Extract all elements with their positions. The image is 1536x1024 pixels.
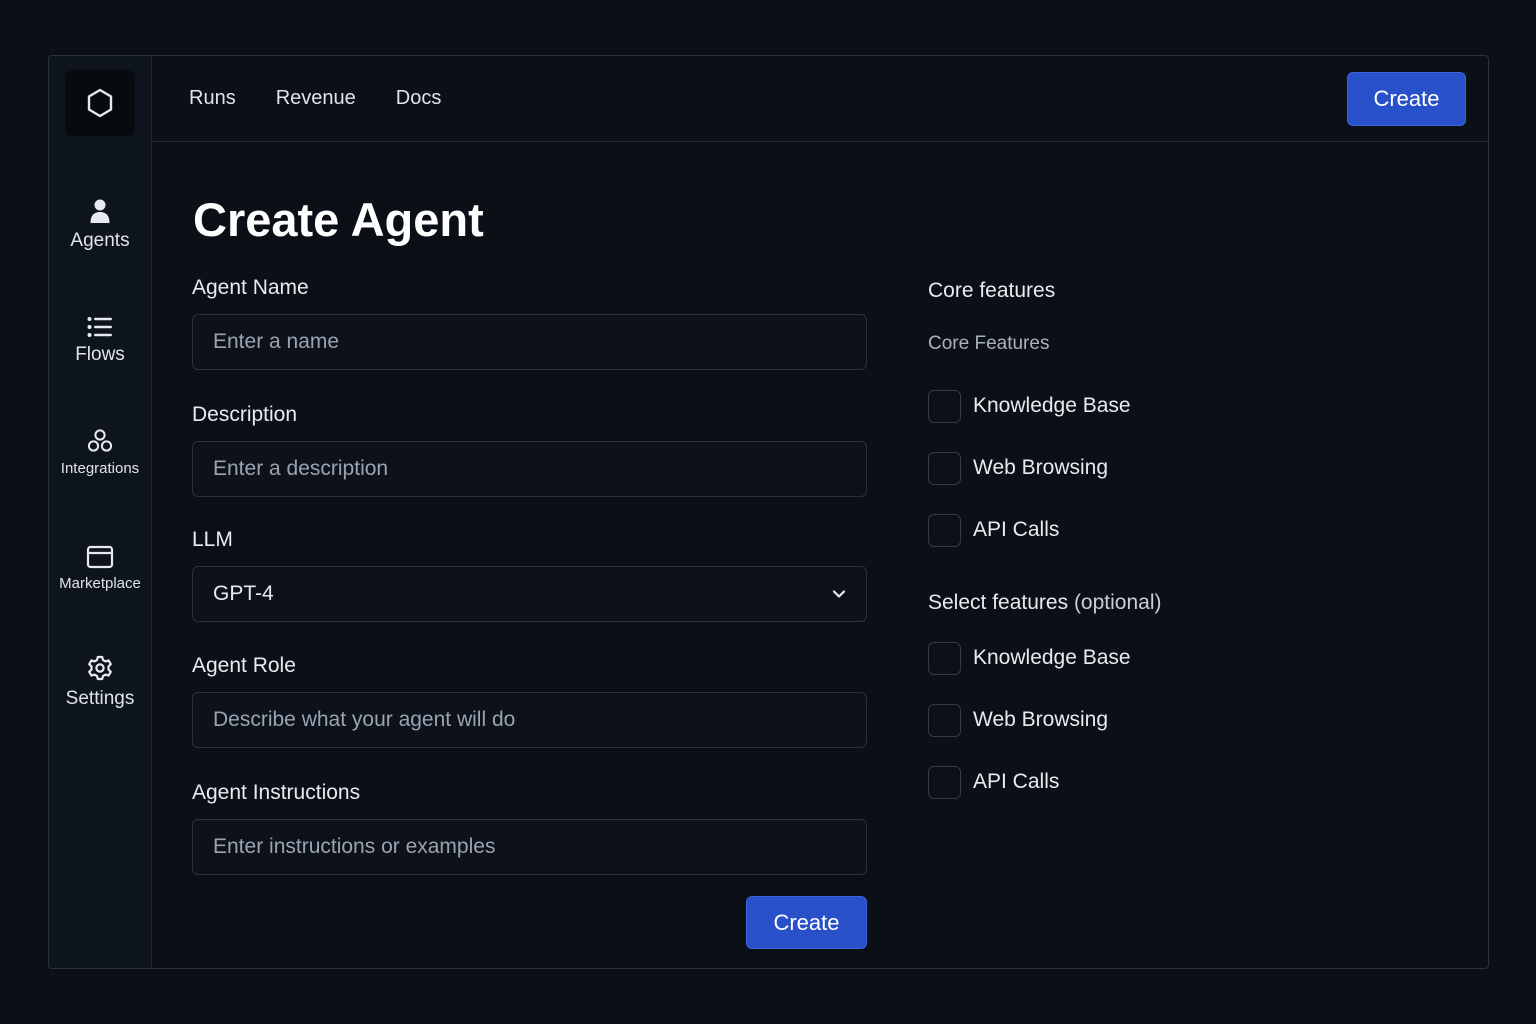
description-group: Description (192, 403, 867, 497)
features-panel: Core features Core Features Knowledge Ba… (928, 279, 1388, 813)
select-features-label: Select features (928, 591, 1069, 614)
checkbox[interactable] (928, 765, 961, 799)
form-create-button[interactable]: Create (746, 896, 867, 949)
select-feature-knowledge-base[interactable]: Knowledge Base (928, 627, 1388, 689)
top-nav-revenue[interactable]: Revenue (276, 87, 356, 110)
sidebar-item-label: Marketplace (59, 575, 141, 592)
app-window: Agents Flows Integrations Marketplace Se… (48, 55, 1489, 969)
check-label: Web Browsing (973, 456, 1109, 479)
llm-label: LLM (192, 528, 233, 551)
checkbox[interactable] (928, 389, 961, 423)
core-feature-web-browsing[interactable]: Web Browsing (928, 437, 1388, 499)
sidebar-item-label: Flows (75, 344, 125, 365)
content: Create Agent Agent Name Description LLM … (152, 142, 1488, 968)
checkbox[interactable] (928, 513, 961, 547)
select-features-list: Knowledge Base Web Browsing API Calls (928, 627, 1388, 813)
top-nav-runs[interactable]: Runs (189, 87, 236, 110)
top-nav-docs[interactable]: Docs (396, 87, 442, 110)
hexagon-icon (87, 88, 113, 118)
gear-icon (86, 652, 114, 682)
top-nav: Runs Revenue Docs (189, 87, 481, 110)
sidebar-item-settings[interactable]: Settings (49, 652, 151, 710)
llm-selected-value: GPT-4 (213, 582, 274, 605)
description-input[interactable] (192, 441, 867, 497)
agent-name-input[interactable] (192, 314, 867, 370)
check-label: Knowledge Base (973, 646, 1131, 669)
core-features-list: Knowledge Base Web Browsing API Calls (928, 375, 1388, 561)
main-area: Runs Revenue Docs Create Create Agent Ag… (152, 56, 1488, 968)
sidebar-item-agents[interactable]: Agents (49, 194, 151, 252)
window-icon (86, 539, 114, 569)
agent-instructions-label: Agent Instructions (192, 781, 361, 804)
integrations-icon (87, 424, 113, 454)
sidebar-item-marketplace[interactable]: Marketplace (49, 539, 151, 592)
agent-role-group: Agent Role (192, 654, 867, 748)
list-icon (87, 308, 113, 338)
check-label: API Calls (973, 770, 1060, 793)
check-label: Knowledge Base (973, 394, 1131, 417)
page-title: Create Agent (193, 193, 484, 246)
agent-name-label: Agent Name (192, 276, 309, 299)
checkbox[interactable] (928, 451, 961, 485)
select-features-title: Select features (optional) (928, 591, 1388, 615)
check-label: Web Browsing (973, 708, 1109, 731)
core-feature-knowledge-base[interactable]: Knowledge Base (928, 375, 1388, 437)
sidebar-item-label: Settings (65, 688, 135, 709)
description-label: Description (192, 403, 298, 426)
checkbox[interactable] (928, 641, 961, 675)
top-create-button[interactable]: Create (1347, 71, 1466, 126)
core-feature-api-calls[interactable]: API Calls (928, 499, 1388, 561)
logo[interactable] (65, 70, 135, 136)
core-features-subtitle: Core Features (928, 333, 1050, 354)
sidebar: Agents Flows Integrations Marketplace Se… (49, 56, 152, 968)
sidebar-item-label: Integrations (60, 460, 140, 477)
agent-instructions-input[interactable] (192, 819, 867, 875)
agent-form: Agent Name Description LLM GPT-4 (192, 276, 867, 908)
sidebar-item-integrations[interactable]: Integrations (49, 424, 151, 477)
check-label: API Calls (973, 518, 1060, 541)
core-features-title: Core features (928, 279, 1056, 302)
chevron-down-icon (832, 590, 846, 598)
person-icon (89, 194, 111, 224)
sidebar-item-label: Agents (70, 230, 130, 251)
top-bar: Runs Revenue Docs Create (152, 56, 1488, 142)
agent-role-label: Agent Role (192, 654, 296, 677)
agent-instructions-group: Agent Instructions (192, 781, 867, 875)
agent-role-input[interactable] (192, 692, 867, 748)
llm-select[interactable]: GPT-4 (192, 566, 867, 622)
select-feature-web-browsing[interactable]: Web Browsing (928, 689, 1388, 751)
agent-name-group: Agent Name (192, 276, 867, 370)
llm-group: LLM GPT-4 (192, 528, 867, 622)
checkbox[interactable] (928, 703, 961, 737)
sidebar-item-flows[interactable]: Flows (49, 308, 151, 366)
optional-label: (optional) (1073, 591, 1162, 614)
select-feature-api-calls[interactable]: API Calls (928, 751, 1388, 813)
